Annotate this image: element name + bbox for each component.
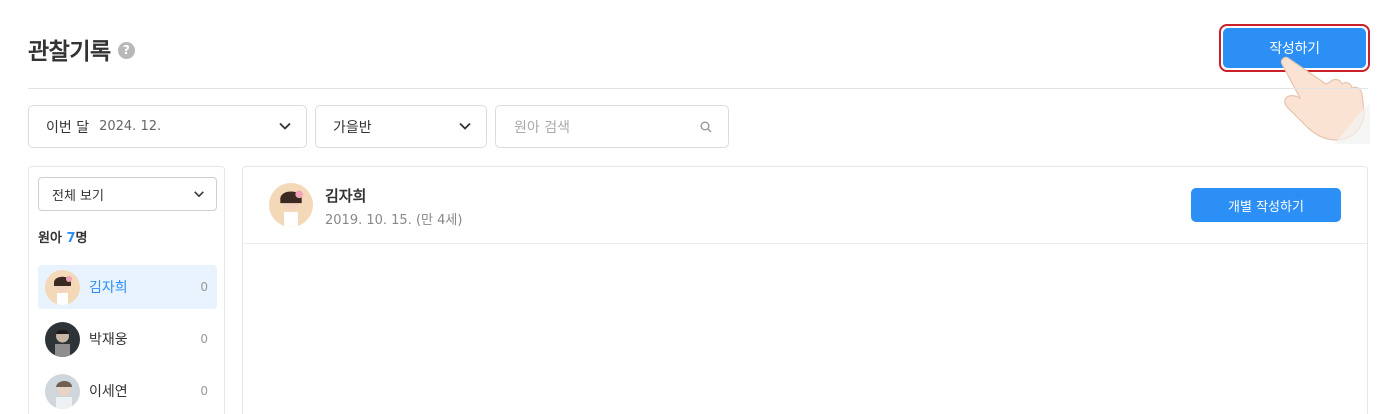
- avatar: [45, 321, 80, 357]
- class-select[interactable]: 가을반: [315, 105, 487, 148]
- profile-birthdate: 2019. 10. 15. (만 4세): [325, 213, 463, 228]
- child-record-count: 0: [200, 332, 208, 346]
- child-item[interactable]: 이세연 0: [38, 369, 217, 413]
- chevron-down-icon: [459, 122, 471, 130]
- child-count-number: 7: [66, 231, 76, 246]
- avatar: [45, 373, 80, 409]
- search-icon: [700, 121, 712, 133]
- help-icon[interactable]: ?: [117, 42, 135, 59]
- child-count-suffix: 명: [75, 231, 88, 246]
- child-name: 박재웅: [89, 332, 128, 348]
- class-value: 가을반: [333, 119, 372, 136]
- page-title: 관찰기록 ?: [28, 32, 135, 66]
- observation-detail-panel: 김자희 2019. 10. 15. (만 4세) 개별 작성하기: [242, 166, 1368, 414]
- individual-write-button[interactable]: 개별 작성하기: [1191, 188, 1341, 222]
- child-profile-header: 김자희 2019. 10. 15. (만 4세) 개별 작성하기: [243, 167, 1367, 244]
- child-name: 이세연: [89, 384, 128, 400]
- view-select-value: 전체 보기: [52, 188, 104, 204]
- month-value: 2024. 12.: [99, 119, 162, 134]
- child-count-prefix: 원아: [38, 231, 67, 246]
- pointing-hand-icon: [1280, 56, 1370, 144]
- chevron-down-icon: [194, 191, 204, 198]
- avatar: [269, 183, 313, 227]
- page-title-text: 관찰기록: [28, 39, 111, 65]
- child-item[interactable]: 박재웅 0: [38, 317, 217, 361]
- header-divider: [28, 88, 1368, 89]
- month-label: 이번 달: [46, 119, 90, 136]
- child-record-count: 0: [200, 384, 208, 398]
- avatar: [45, 269, 80, 305]
- child-record-count: 0: [200, 280, 208, 294]
- child-name: 김자희: [89, 280, 128, 296]
- child-count: 원아 7명: [38, 227, 87, 246]
- chevron-down-icon: [279, 122, 291, 130]
- child-item[interactable]: 김자희 0: [38, 265, 217, 309]
- child-list-panel: 전체 보기 원아 7명 김자희 0 박재웅 0 이세연 0: [28, 166, 225, 414]
- search-placeholder: 원아 검색: [514, 119, 570, 136]
- month-select[interactable]: 이번 달 2024. 12.: [28, 105, 307, 148]
- child-search-input[interactable]: 원아 검색: [495, 105, 729, 148]
- view-select[interactable]: 전체 보기: [38, 177, 217, 211]
- profile-name: 김자희: [325, 187, 367, 205]
